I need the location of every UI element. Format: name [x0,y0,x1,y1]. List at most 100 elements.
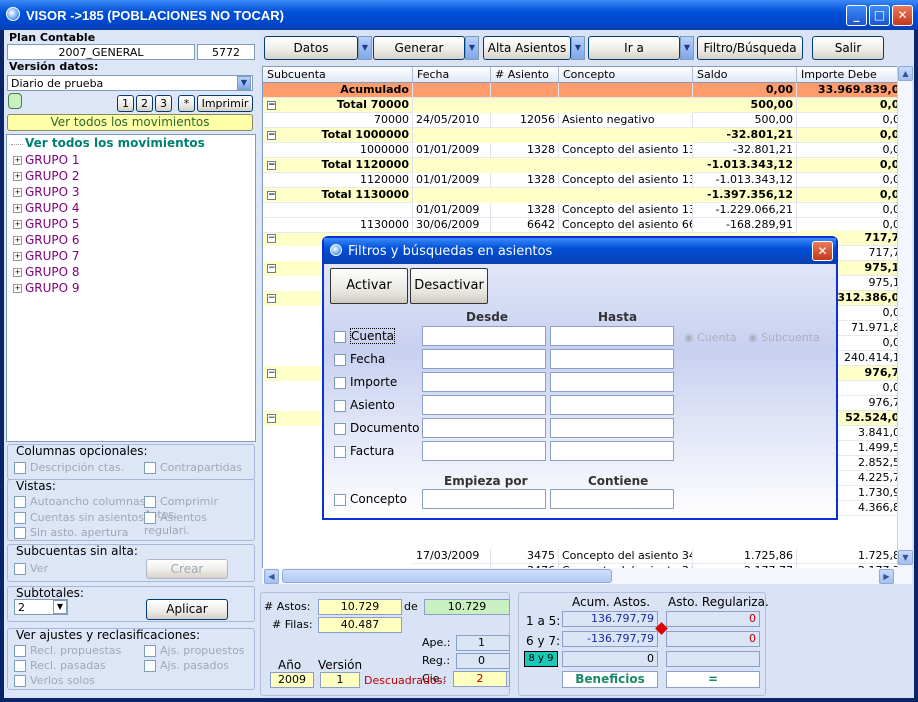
collapse-icon[interactable]: − [267,264,276,273]
column-header[interactable]: Concepto [559,67,693,83]
table-row[interactable]: 01/01/2009 1328 Concepto del asiento 132 -1… [263,203,909,218]
empieza-input[interactable] [422,489,546,509]
contiene-input[interactable] [550,489,674,509]
expand-icon[interactable]: + [13,220,22,229]
radio-subcuenta[interactable]: ◉ Subcuenta [748,331,820,344]
ajs-pasados-checkbox[interactable]: Ajs. pasados [144,659,229,672]
collapse-icon[interactable]: − [267,131,276,140]
hasta-input[interactable] [550,418,674,438]
scroll-up-icon[interactable]: ▲ [898,66,913,81]
tree-group-item[interactable]: + GRUPO 8 [13,265,80,279]
collapse-icon[interactable]: − [267,234,276,243]
page-2-button[interactable]: 2 [136,95,153,112]
contrapartidas-checkbox[interactable]: Contrapartidas [144,461,242,474]
hasta-input[interactable] [550,395,674,415]
hasta-input[interactable] [550,326,674,346]
scroll-left-icon[interactable]: ◀ [264,569,279,584]
ver-checkbox[interactable]: Ver [14,562,48,575]
asientos-regulari-checkbox[interactable]: Asientos regulari. [144,511,254,537]
tree-group-item[interactable]: + GRUPO 3 [13,185,80,199]
desde-input[interactable] [422,372,546,392]
filter-checkbox-cuenta[interactable]: Cuenta [334,328,396,344]
table-row[interactable]: Acumulado 0,00 33.969.839,09 [263,83,909,98]
chevron-down-icon[interactable]: ▼ [680,36,694,60]
table-row[interactable]: Total 1000000 -32.801,21 0,00 − [263,128,909,143]
filter-checkbox-documento[interactable]: Documento [334,421,420,435]
chevron-down-icon[interactable]: ▼ [237,76,251,90]
desde-input[interactable] [422,326,546,346]
table-row[interactable]: 70000 24/05/2010 12056 Asiento negativo 500,… [263,113,909,128]
datos-button[interactable]: Datos [264,36,358,60]
plan-field[interactable]: 2007_GENERAL [7,44,195,60]
scroll-right-icon[interactable]: ▶ [879,569,894,584]
chevron-down-icon[interactable]: ▼ [358,36,372,60]
page-1-button[interactable]: 1 [117,95,134,112]
expand-icon[interactable]: + [13,236,22,245]
ir-a-button[interactable]: Ir a [588,36,680,60]
hasta-input[interactable] [550,349,674,369]
tree-group-item[interactable]: + GRUPO 7 [13,249,80,263]
collapse-icon[interactable]: − [267,191,276,200]
expand-icon[interactable]: + [13,284,22,293]
expand-icon[interactable]: + [13,156,22,165]
minimize-button[interactable]: _ [846,5,867,26]
activar-button[interactable]: Activar [330,268,408,304]
maximize-button[interactable]: □ [869,5,890,26]
collapse-icon[interactable]: − [267,161,276,170]
desde-input[interactable] [422,395,546,415]
tree-group-item[interactable]: + GRUPO 4 [13,201,80,215]
column-header[interactable]: Importe Debe [797,67,909,83]
sin-apertura-checkbox[interactable]: Sin asto. apertura [14,526,128,539]
salir-button[interactable]: Salir [812,36,884,60]
vertical-scrollbar[interactable]: ▲ ▼ [897,66,913,584]
plan-code-field[interactable]: 5772 [197,44,255,60]
chevron-down-icon[interactable]: ▼ [53,600,67,614]
version-select[interactable]: Diario de prueba [7,75,253,91]
tree-group-item[interactable]: + GRUPO 1 [13,153,80,167]
print-button[interactable]: Imprimir [197,95,253,112]
hasta-input[interactable] [550,372,674,392]
concepto-checkbox[interactable]: Concepto [334,492,407,506]
tree-group-item[interactable]: + GRUPO 5 [13,217,80,231]
tree-group-item[interactable]: + GRUPO 2 [13,169,80,183]
generar-button[interactable]: Generar [373,36,465,60]
crear-button[interactable]: Crear [146,559,228,579]
column-header[interactable]: Subcuenta [263,67,413,83]
radio-cuenta[interactable]: ◉ Cuenta [684,331,737,344]
verlos-solos-checkbox[interactable]: Verlos solos [14,674,95,687]
r3-button[interactable]: 8 y 9 [524,651,558,667]
column-header[interactable]: # Asiento [491,67,559,83]
table-row[interactable]: Total 70000 500,00 0,00 − [263,98,909,113]
desactivar-button[interactable]: Desactivar [410,268,488,304]
expand-icon[interactable]: + [13,188,22,197]
autoancho-checkbox[interactable]: Autoancho columnas [14,495,145,508]
scroll-down-icon[interactable]: ▼ [898,550,913,565]
expand-icon[interactable]: + [13,172,22,181]
page-3-button[interactable]: 3 [155,95,172,112]
recl-propuestas-checkbox[interactable]: Recl. propuestas [14,644,121,657]
filtro-busqueda-button[interactable]: Filtro/Búsqueda [697,36,803,60]
filter-checkbox-factura[interactable]: Factura [334,444,394,458]
collapse-icon[interactable]: − [267,414,276,423]
collapse-icon[interactable]: − [267,369,276,378]
alta-asientos-button[interactable]: Alta Asientos [483,36,571,60]
chevron-down-icon[interactable]: ▼ [465,36,479,60]
cuentas-sin-asientos-checkbox[interactable]: Cuentas sin asientos [14,511,144,524]
ajs-propuestos-checkbox[interactable]: Ajs. propuestos [144,644,245,657]
table-row[interactable]: 17/03/2009 3475 Concepto del asiento 347 1.… [263,549,909,564]
chevron-down-icon[interactable]: ▼ [571,36,585,60]
column-header[interactable]: Fecha [413,67,491,83]
table-row[interactable]: 1000000 01/01/2009 1328 Concepto del asient… [263,143,909,158]
aplicar-button[interactable]: Aplicar [146,599,228,620]
filter-checkbox-importe[interactable]: Importe [334,375,397,389]
desde-input[interactable] [422,418,546,438]
recl-pasadas-checkbox[interactable]: Recl. pasadas [14,659,106,672]
collapse-icon[interactable]: − [267,294,276,303]
expand-icon[interactable]: + [13,252,22,261]
close-button[interactable]: ✕ [892,5,913,26]
tree-root[interactable]: Ver todos los movimientos [25,136,205,150]
scroll-thumb[interactable] [282,569,612,583]
tree-group-item[interactable]: + GRUPO 6 [13,233,80,247]
column-header[interactable]: Saldo [693,67,797,83]
desc-ctas-checkbox[interactable]: Descripción ctas. [14,461,124,474]
